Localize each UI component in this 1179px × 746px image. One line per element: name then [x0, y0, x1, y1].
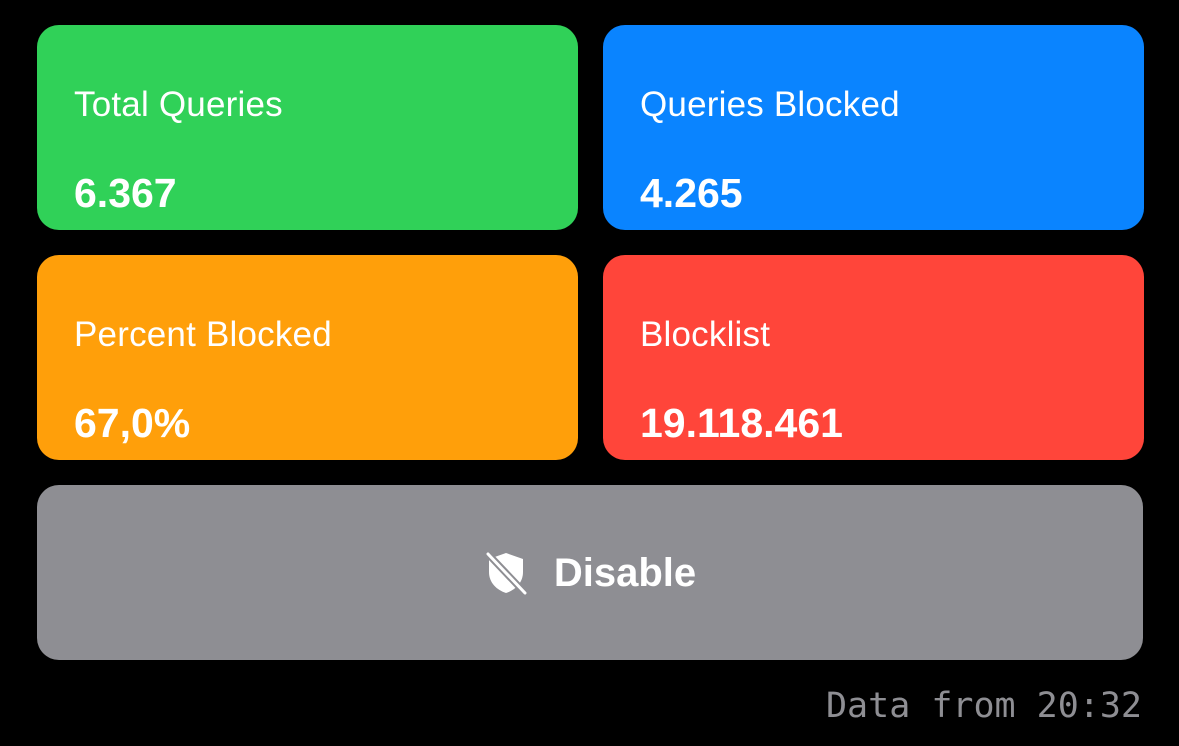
- blocklist-card[interactable]: Blocklist 19.118.461: [603, 255, 1144, 460]
- total-queries-value: 6.367: [74, 170, 177, 216]
- total-queries-label: Total Queries: [74, 85, 283, 124]
- shield-slash-icon: [484, 550, 528, 596]
- percent-blocked-card[interactable]: Percent Blocked 67,0%: [37, 255, 578, 460]
- blocklist-value: 19.118.461: [640, 400, 843, 446]
- total-queries-card[interactable]: Total Queries 6.367: [37, 25, 578, 230]
- data-timestamp: Data from 20:32: [826, 686, 1142, 726]
- timestamp-prefix: Data from: [825, 686, 1016, 726]
- pihole-stats-widget: Total Queries 6.367 Queries Blocked 4.26…: [0, 0, 1179, 746]
- disable-button-label: Disable: [553, 550, 697, 595]
- queries-blocked-value: 4.265: [640, 170, 743, 216]
- percent-blocked-value: 67,0%: [74, 400, 191, 446]
- queries-blocked-label: Queries Blocked: [640, 85, 900, 124]
- disable-button[interactable]: Disable: [37, 485, 1143, 660]
- timestamp-time: 20:32: [1036, 686, 1142, 726]
- percent-blocked-label: Percent Blocked: [74, 315, 332, 354]
- blocklist-label: Blocklist: [640, 315, 771, 354]
- queries-blocked-card[interactable]: Queries Blocked 4.265: [603, 25, 1144, 230]
